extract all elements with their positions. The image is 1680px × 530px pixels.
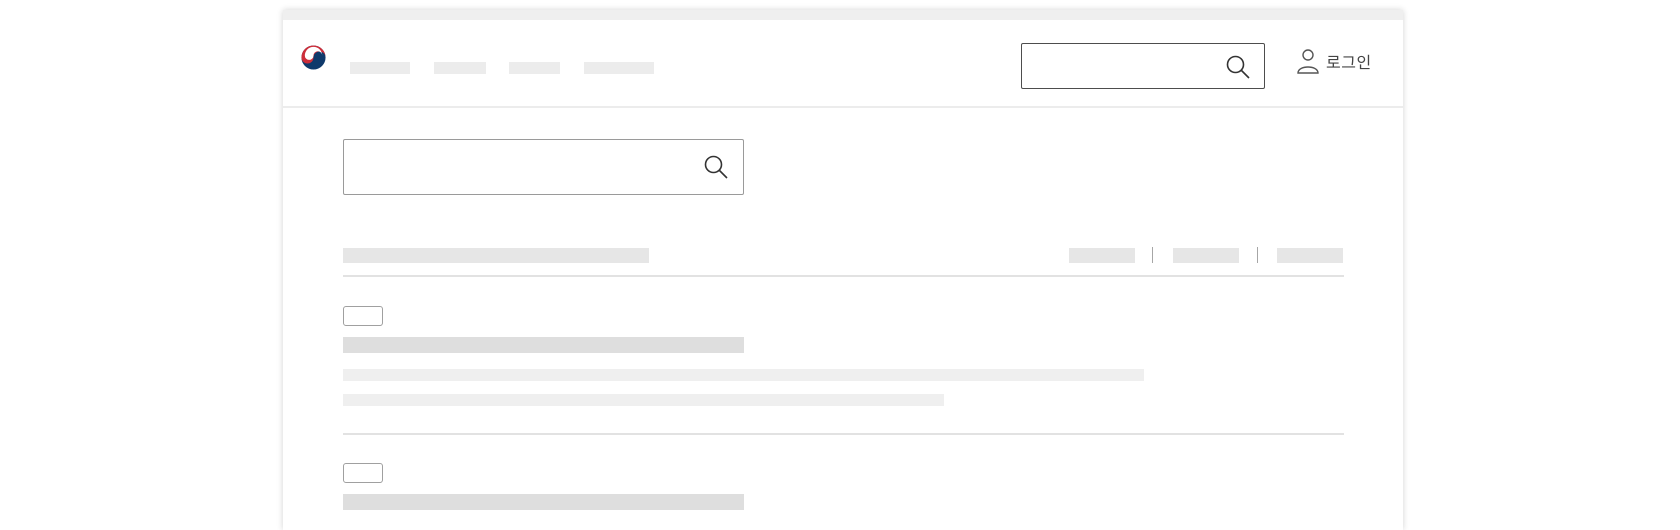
sort-separator	[1152, 247, 1153, 263]
user-icon	[1296, 48, 1320, 74]
results-count-placeholder	[343, 248, 649, 263]
sort-option-2[interactable]	[1173, 248, 1239, 263]
list-header-divider	[343, 275, 1344, 277]
header-search-input[interactable]	[1021, 43, 1265, 89]
nav-item-2[interactable]	[434, 62, 486, 74]
login-button[interactable]: 로그인	[1296, 46, 1372, 76]
category-badge	[343, 306, 383, 326]
nav-item-3[interactable]	[509, 62, 560, 74]
result-title[interactable]	[343, 494, 744, 510]
nav-item-1[interactable]	[350, 62, 410, 74]
top-strip	[283, 10, 1403, 20]
nav-item-4[interactable]	[584, 62, 654, 74]
sort-option-3[interactable]	[1277, 248, 1343, 263]
search-icon[interactable]	[703, 154, 729, 180]
result-title[interactable]	[343, 337, 744, 353]
search-icon[interactable]	[1225, 54, 1251, 80]
site-header: 로그인	[283, 20, 1403, 108]
app-window: 로그인	[283, 10, 1403, 530]
main-search-input[interactable]	[343, 139, 744, 195]
sort-option-1[interactable]	[1069, 248, 1135, 263]
government-emblem-icon[interactable]	[300, 44, 327, 71]
sort-separator	[1257, 247, 1258, 263]
result-divider	[343, 433, 1344, 435]
result-description-line	[343, 369, 1144, 381]
login-label: 로그인	[1326, 55, 1372, 72]
result-description-line	[343, 394, 944, 406]
category-badge	[343, 463, 383, 483]
